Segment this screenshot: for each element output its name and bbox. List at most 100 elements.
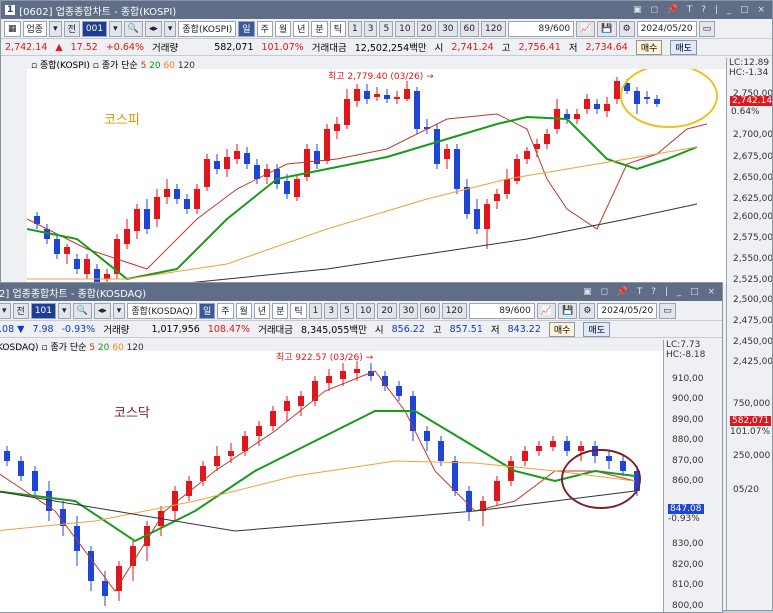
date-input[interactable]: 2024/05/20	[636, 20, 697, 37]
minute-3[interactable]: 3	[324, 302, 339, 319]
menu-dropdown-icon[interactable]: ▾	[163, 20, 177, 37]
code-input[interactable]: 001	[81, 20, 108, 37]
minute-5[interactable]: 5	[340, 302, 354, 319]
count-input[interactable]: 89/600	[508, 20, 575, 37]
grid-icon[interactable]: ▦	[4, 20, 21, 37]
period-minute[interactable]: 분	[272, 302, 289, 319]
period-minute[interactable]: 분	[311, 20, 328, 37]
buy-button[interactable]: 매수	[635, 39, 663, 55]
price-change-pct: -0.93%	[61, 323, 96, 335]
kosdaq-title-bar[interactable]: 2] 업종종합차트 - 종합(KOSDAQ) ▣ ◻ 📌 T ? | _ □ ×	[0, 283, 722, 301]
kosdaq-candle	[242, 436, 248, 451]
kosdaq-candle	[438, 441, 444, 461]
minute-60[interactable]: 60	[420, 302, 440, 319]
minute-3[interactable]: 3	[363, 20, 378, 37]
volume-value: 582,071	[214, 41, 254, 53]
minute-30[interactable]: 30	[438, 20, 458, 37]
sell-button[interactable]: 매도	[670, 39, 697, 55]
search-icon[interactable]: 🔍	[72, 302, 92, 319]
kospi-candle	[294, 179, 300, 197]
kosdaq-candle	[60, 509, 66, 526]
kospi-candle	[644, 97, 650, 99]
calendar-icon[interactable]: ▭	[659, 302, 676, 319]
nav-arrows-icon[interactable]: ◂▸	[144, 20, 162, 37]
kospi-candle	[144, 209, 150, 229]
axis-tick: 860,00	[672, 476, 704, 486]
minute-5[interactable]: 5	[379, 20, 394, 37]
up-triangle-icon: ▲	[55, 41, 63, 53]
period-week[interactable]: 주	[217, 302, 234, 319]
prev-button[interactable]: 전	[63, 20, 80, 37]
dropdown-icon[interactable]: ▾	[0, 302, 11, 319]
minute-1[interactable]: 1	[347, 20, 362, 37]
axis-tick: 2,475,00	[733, 316, 773, 326]
period-week[interactable]: 주	[256, 20, 273, 37]
buy-button[interactable]: 매수	[548, 321, 576, 337]
search-icon[interactable]: 🔍	[123, 20, 143, 37]
axis-tick: 900,00	[672, 394, 704, 404]
axis-tick: 2,450,00	[733, 337, 773, 347]
kospi-candle	[384, 95, 390, 99]
kosdaq-candle	[550, 441, 556, 447]
date-input[interactable]: 2024/05/20	[597, 302, 658, 319]
chart-tools-icon[interactable]: 📈	[536, 302, 557, 319]
index-name: 종합(KOSPI)	[178, 20, 237, 37]
kosdaq-window-title: 2] 업종종합차트 - 종합(KOSDAQ)	[0, 288, 147, 300]
axis-tick: 800,00	[672, 601, 704, 611]
period-month[interactable]: 월	[274, 20, 292, 37]
high-label: 고	[432, 325, 442, 336]
settings-icon[interactable]: ⚙	[618, 20, 635, 37]
kospi-candle	[464, 187, 470, 214]
kospi-candle	[444, 149, 450, 159]
nav-arrows-icon[interactable]: ◂▸	[93, 302, 111, 319]
save-icon[interactable]: 💾	[558, 302, 578, 319]
period-year[interactable]: 년	[253, 302, 271, 319]
kospi-candle	[604, 104, 610, 111]
kospi-candle	[434, 129, 440, 164]
kosdaq-info-bar: .08 ▼ 7.98 -0.93% 거래량 1,017,956 108.47% …	[0, 321, 722, 338]
minute-10[interactable]: 10	[355, 302, 376, 319]
period-tick[interactable]: 틱	[329, 20, 346, 37]
kospi-candle	[414, 91, 420, 129]
kospi-candle	[374, 94, 380, 97]
period-tick[interactable]: 틱	[290, 302, 307, 319]
calendar-icon[interactable]: ▭	[698, 20, 716, 37]
code-dropdown-icon[interactable]: ▾	[109, 20, 122, 37]
prev-button[interactable]: 전	[12, 302, 29, 319]
settings-icon[interactable]: ⚙	[579, 302, 596, 319]
minute-20[interactable]: 20	[416, 20, 437, 37]
minute-1[interactable]: 1	[308, 302, 323, 319]
window-controls-icon[interactable]: ▣ ◻ 📌 T ? | _ □ ×	[583, 287, 722, 297]
period-month[interactable]: 월	[235, 302, 252, 319]
minute-20[interactable]: 20	[377, 302, 397, 319]
kospi-candle	[204, 159, 210, 187]
high-label: 고	[501, 43, 511, 54]
period-year[interactable]: 년	[293, 20, 310, 37]
kospi-candle	[284, 181, 290, 194]
vol-axis-tick: 250,000	[733, 451, 771, 461]
window-controls-icon[interactable]: ▣ ◻ 📌 T ? | _ □ ×	[633, 5, 772, 15]
menu-dropdown-icon[interactable]: ▾	[112, 302, 126, 319]
kosdaq-high-annotation: 최고 922.57 (03/26) →	[276, 353, 374, 363]
minute-30[interactable]: 30	[398, 302, 419, 319]
chart-tools-icon[interactable]: 📈	[576, 20, 596, 37]
minute-10[interactable]: 10	[395, 20, 415, 37]
kosdaq-price-chart[interactable]	[0, 351, 663, 613]
code-dropdown-icon[interactable]: ▾	[58, 302, 71, 319]
dropdown-icon[interactable]: ▾	[49, 20, 62, 37]
period-day[interactable]: 일	[238, 20, 255, 37]
kosdaq-candle	[494, 481, 500, 501]
minute-60[interactable]: 60	[459, 20, 479, 37]
minute-120[interactable]: 120	[480, 20, 507, 37]
low-value: 2,734.64	[585, 41, 628, 53]
period-day[interactable]: 일	[198, 302, 216, 319]
code-input[interactable]: 101	[30, 302, 56, 319]
vol-axis-tick: 750,000	[733, 399, 771, 409]
kospi-title-bar[interactable]: 1 [0602] 업종종합차트 - 종합(KOSPI) ▣ ◻ 📌 T ? | …	[1, 1, 772, 19]
count-input[interactable]: 89/600	[468, 302, 535, 319]
sell-button[interactable]: 매도	[583, 321, 611, 337]
save-icon[interactable]: 💾	[597, 20, 617, 37]
type-select[interactable]: 업종	[22, 20, 48, 37]
minute-120[interactable]: 120	[441, 302, 467, 319]
kosdaq-candle	[326, 376, 332, 383]
